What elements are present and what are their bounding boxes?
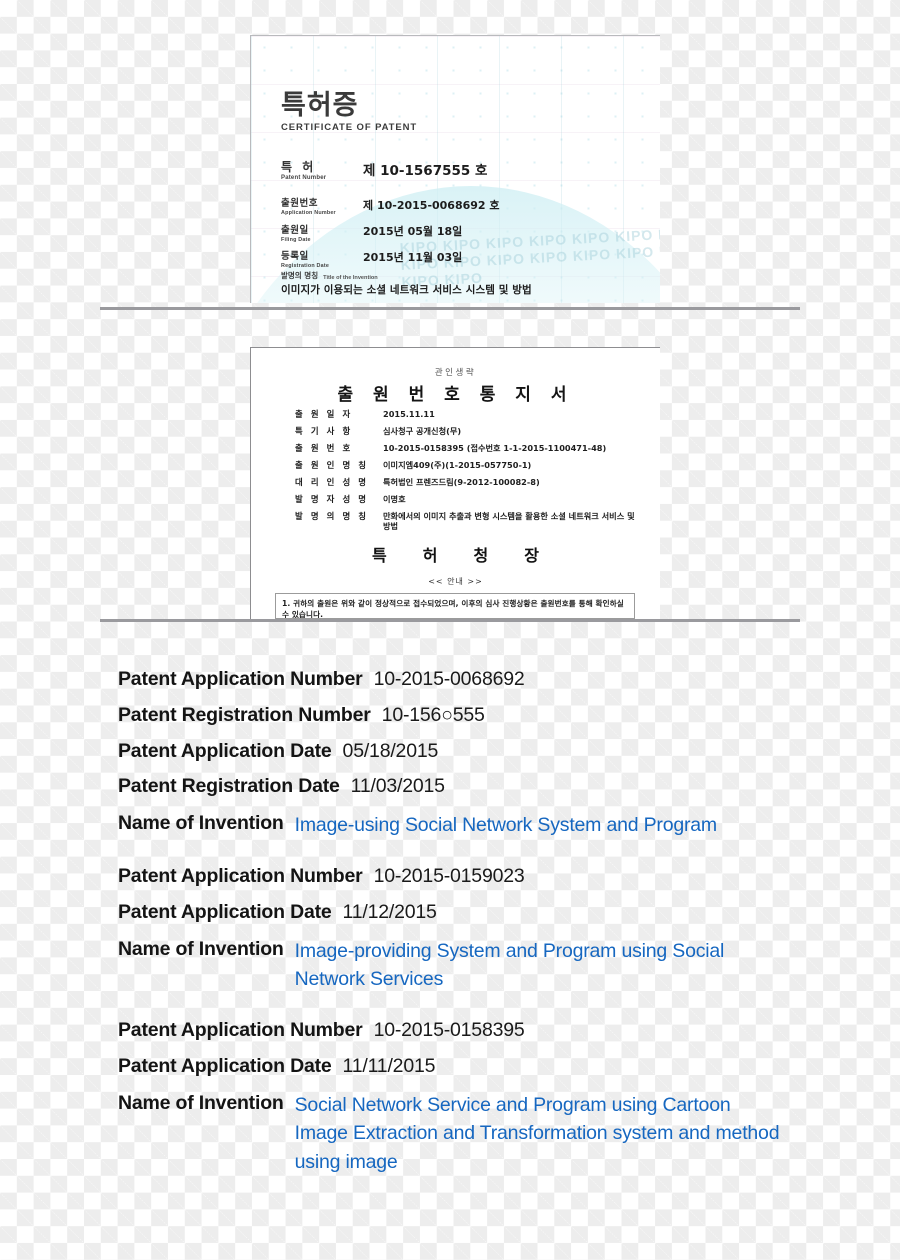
notice-value-special-matters: 심사청구 공개신청(무) — [383, 426, 462, 436]
patent-group-1: Patent Application Number 10-2015-006869… — [118, 668, 838, 839]
summary-label: Name of Invention — [118, 1092, 284, 1115]
summary-row-registration-number: Patent Registration Number 10-156○555 — [118, 704, 838, 728]
notice-label-filing-date: 출 원 일 자 — [295, 409, 353, 419]
certificate-title-ko: 특허증 — [281, 90, 359, 121]
summary-label: Name of Invention — [118, 937, 284, 960]
notice-label-application-number: 출 원 번 호 — [295, 443, 353, 453]
notice-field-list: 출 원 일 자 2015.11.11 특 기 사 항 심사청구 공개신청(무) … — [295, 409, 642, 538]
notice-row-special-matters: 특 기 사 항 심사청구 공개신청(무) — [295, 426, 642, 437]
certificate-field-value-patent-number: 제 10-1567555 호 — [363, 163, 488, 179]
certificate-title-block: 특허증 CERTIFICATE OF PATENT — [281, 92, 417, 133]
summary-label: Patent Registration Number — [118, 703, 371, 726]
certificate-field-value-filing-date: 2015년 05월 18일 — [363, 225, 463, 238]
notice-row-agent-name: 대 리 인 성 명 특허법인 프렌즈드림(9-2012-100082-8) — [295, 477, 642, 488]
certificate-title-en: CERTIFICATE OF PATENT — [281, 122, 418, 133]
notice-row-invention-title: 발 명 의 명 칭 만화에서의 이미지 추출과 변형 시스템을 활용한 소셜 네… — [295, 511, 642, 532]
summary-row-invention-name: Name of Invention Social Network Service… — [118, 1091, 838, 1176]
summary-value: 11/11/2015 — [342, 1055, 436, 1078]
summary-row-invention-name: Name of Invention Image-using Social Net… — [118, 811, 838, 839]
notice-label-agent-name: 대 리 인 성 명 — [295, 477, 369, 487]
summary-row-application-date: Patent Application Date 11/12/2015 — [118, 901, 838, 925]
summary-value-invention: Image-providing System and Program using… — [294, 939, 725, 991]
summary-label: Patent Registration Date — [118, 775, 340, 798]
notice-row-application-number: 출 원 번 호 10-2015-0158395 (접수번호 1-1-2015-1… — [295, 443, 642, 454]
certificate-invention-title: 이미지가 이용되는 소셜 네트워크 서비스 시스템 및 방법 — [281, 284, 532, 296]
summary-row-invention-name: Name of Invention Image-providing System… — [118, 937, 838, 994]
patent-certificate-image: KIPO KIPO KIPO KIPO KIPO KIPO KIPO KIPO … — [250, 35, 660, 303]
notice-label-inventor-name: 발 명 자 성 명 — [295, 494, 369, 504]
summary-value: 10-2015-0158395 — [373, 1019, 525, 1042]
summary-label: Patent Application Number — [118, 865, 363, 888]
summary-label: Patent Application Date — [118, 739, 332, 762]
certificate-invention-label-en: Title of the Invention — [323, 275, 378, 281]
summary-row-application-number: Patent Application Number 10-2015-006869… — [118, 668, 838, 692]
summary-row-application-date: Patent Application Date 11/11/2015 — [118, 1055, 838, 1079]
notice-value-invention-title: 만화에서의 이미지 추출과 변형 시스템을 활용한 소셜 네트워크 서비스 및 … — [383, 511, 635, 532]
notice-value-inventor-name: 이명호 — [383, 494, 406, 504]
summary-value: 05/18/2015 — [342, 739, 439, 762]
summary-label: Name of Invention — [118, 812, 284, 835]
notice-guide-text-box: 1. 귀하의 출원은 위와 같이 정상적으로 접수되었으며, 이후의 심사 진행… — [275, 593, 635, 619]
patent-summary-list: Patent Application Number 10-2015-006869… — [118, 668, 838, 1202]
certificate-invention-label-ko: 발명의 명칭 — [281, 271, 319, 280]
summary-row-application-date: Patent Application Date 05/18/2015 — [118, 740, 838, 764]
notice-row-applicant-name: 출 원 인 명 칭 이미지엠409(주)(1-2015-057750-1) — [295, 460, 642, 471]
certificate-field-label-patent-number: 특 허 Patent Number — [281, 160, 327, 181]
notice-value-filing-date: 2015.11.11 — [383, 409, 435, 419]
certificate-invention-label: 발명의 명칭 Title of the Invention — [281, 270, 378, 281]
summary-value: 10-156○555 — [381, 703, 485, 726]
notice-value-applicant-name: 이미지엠409(주)(1-2015-057750-1) — [383, 460, 532, 470]
section-divider-1 — [100, 307, 800, 310]
summary-row-registration-date: Patent Registration Date 11/03/2015 — [118, 775, 838, 799]
notice-value-application-number: 10-2015-0158395 (접수번호 1-1-2015-1100471-4… — [383, 443, 607, 453]
application-number-notice-image: 관인생략 출 원 번 호 통 지 서 출 원 일 자 2015.11.11 특 … — [250, 347, 660, 619]
summary-value: 10-2015-0068692 — [373, 668, 525, 690]
notice-issuing-office: 특허청장 — [372, 546, 575, 565]
certificate-field-value-registration-date: 2015년 11월 03일 — [363, 251, 463, 264]
notice-label-special-matters: 특 기 사 항 — [295, 426, 353, 436]
summary-value-invention: Image-using Social Network System and Pr… — [294, 814, 718, 837]
notice-label-invention-title: 발 명 의 명 칭 — [295, 511, 369, 521]
summary-row-application-number: Patent Application Number 10-2015-015902… — [118, 865, 838, 889]
certificate-field-label-filing-date: 출원일 Filing Date — [281, 225, 311, 243]
certificate-field-label-application-number: 출원번호 Application Number — [281, 198, 336, 216]
summary-label: Patent Application Date — [118, 901, 332, 924]
summary-value: 11/12/2015 — [342, 901, 437, 924]
certificate-field-label-registration-date: 등록일 Registration Date — [281, 251, 330, 269]
notice-value-agent-name: 특허법인 프렌즈드림(9-2012-100082-8) — [383, 477, 540, 487]
notice-guide-marker: << 안내 >> — [428, 577, 483, 586]
section-divider-2 — [100, 619, 800, 622]
notice-row-inventor-name: 발 명 자 성 명 이명호 — [295, 494, 642, 505]
notice-stamp-omitted-note: 관인생략 — [434, 368, 477, 378]
certificate-field-value-application-number: 제 10-2015-0068692 호 — [363, 199, 500, 212]
summary-value: 11/03/2015 — [350, 775, 445, 798]
patent-group-3: Patent Application Number 10-2015-015839… — [118, 1019, 838, 1175]
summary-label: Patent Application Date — [118, 1055, 332, 1078]
summary-label: Patent Application Number — [118, 1019, 363, 1042]
summary-label: Patent Application Number — [118, 668, 363, 690]
summary-row-application-number: Patent Application Number 10-2015-015839… — [118, 1019, 838, 1043]
patent-group-2: Patent Application Number 10-2015-015902… — [118, 865, 838, 993]
summary-value: 10-2015-0159023 — [373, 865, 525, 888]
notice-heading: 출 원 번 호 통 지 서 — [337, 385, 574, 405]
summary-value-invention: Social Network Service and Program using… — [294, 1094, 780, 1173]
notice-label-applicant-name: 출 원 인 명 칭 — [295, 460, 369, 470]
notice-row-filing-date: 출 원 일 자 2015.11.11 — [295, 409, 642, 420]
